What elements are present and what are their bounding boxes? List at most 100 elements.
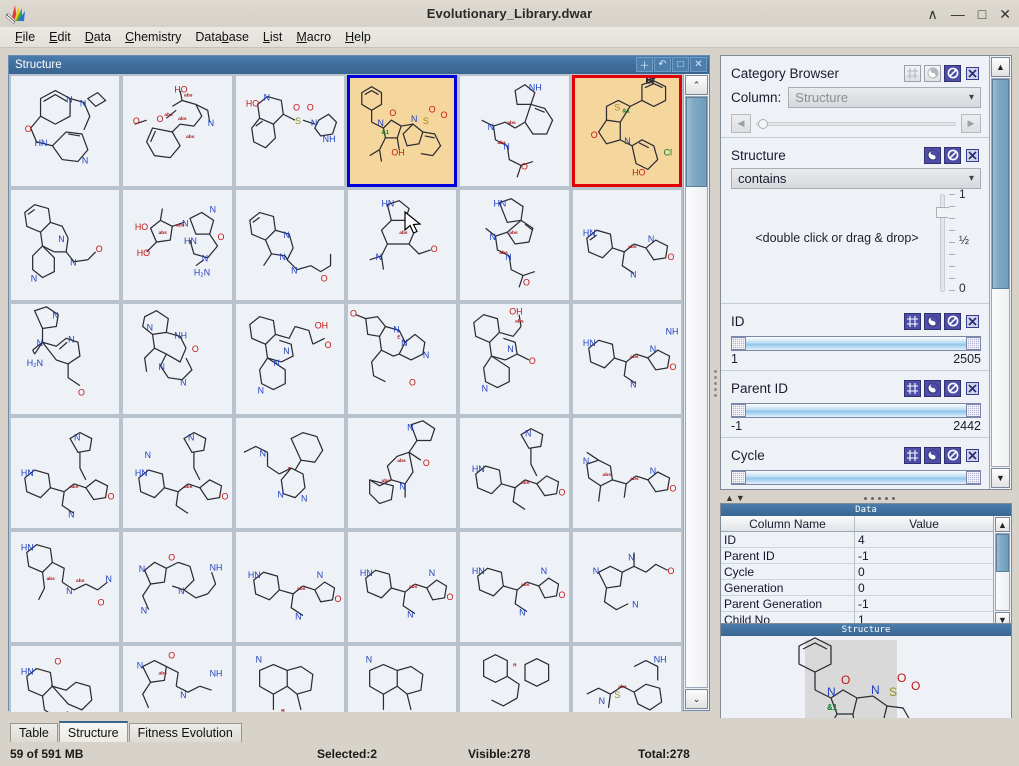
table-row[interactable]: Parent ID -1 [721, 548, 993, 564]
structure-cell[interactable]: HN N N O abs [572, 189, 682, 301]
table-row[interactable]: Cycle 0 [721, 564, 993, 580]
collapse-button[interactable]: ∧ [928, 7, 938, 21]
structure-cell[interactable]: HN R [459, 645, 569, 712]
minimize-button[interactable]: — [951, 7, 965, 21]
structure-cell[interactable]: N N O abs abs [572, 417, 682, 529]
close-filter-icon[interactable] [964, 447, 981, 464]
scroll-up-icon[interactable]: ▲ [995, 517, 1010, 532]
disable-filter-icon[interactable] [944, 313, 961, 330]
data-table-scrollbar[interactable]: ▲ ▼ [993, 516, 1011, 628]
tab-table[interactable]: Table [10, 723, 58, 742]
grid-icon[interactable] [904, 447, 921, 464]
scrollbar-track[interactable] [995, 533, 1010, 611]
scrollbar-thumb[interactable] [992, 79, 1009, 289]
disable-filter-icon[interactable] [944, 380, 961, 397]
slider-knob[interactable] [758, 119, 768, 129]
invert-icon[interactable] [924, 147, 941, 164]
structure-cell[interactable]: NH O N N N [122, 303, 232, 415]
scroll-up-icon[interactable]: ▲ [991, 57, 1010, 77]
table-row[interactable]: ID 4 [721, 532, 993, 548]
structure-cell[interactable]: HO HO N N HN N O H₂N abs abs [122, 189, 232, 301]
invert-icon[interactable] [924, 447, 941, 464]
structure-preview-canvas[interactable]: N O N S O O OH &1 [721, 636, 1011, 731]
menu-chemistry[interactable]: Chemistry [118, 27, 188, 47]
disable-filter-icon[interactable] [944, 147, 961, 164]
close-filter-icon[interactable] [964, 65, 981, 82]
menu-macro[interactable]: Macro [289, 27, 338, 47]
filters-scrollbar[interactable]: ▲ ▼ [989, 56, 1011, 489]
table-row[interactable]: Parent Generation -1 [721, 596, 993, 612]
structure-cell[interactable]: HN N O N abs [10, 417, 120, 529]
structure-cell[interactable]: OH O N N abs [459, 303, 569, 415]
category-slider-next-button[interactable]: ▶ [961, 114, 981, 133]
grid-icon[interactable] [904, 380, 921, 397]
structure-cell[interactable]: N N O N [235, 189, 345, 301]
structure-cell[interactable]: N S NH abs [572, 645, 682, 712]
structure-cell-selected-secondary[interactable]: S N O HO &1 Br Cl [572, 75, 682, 187]
structure-cell[interactable]: HN N O N abs [235, 531, 345, 643]
structure-cell[interactable]: HN N O abs [347, 189, 457, 301]
structure-mode-select[interactable]: contains ▾ [731, 168, 981, 189]
maximize-view-button[interactable]: □ [672, 57, 689, 72]
disable-filter-icon[interactable] [944, 447, 961, 464]
similarity-slider[interactable]: 1 ½ 0 [931, 189, 979, 297]
structure-cell[interactable]: N O N abs abs [347, 417, 457, 529]
grid-icon[interactable] [904, 313, 921, 330]
structure-cell[interactable]: N N N H₂N O [10, 303, 120, 415]
grid-icon[interactable] [904, 65, 921, 82]
menu-edit[interactable]: Edit [42, 27, 78, 47]
close-view-button[interactable]: ✕ [690, 57, 707, 72]
category-slider[interactable] [756, 114, 956, 133]
splitter-arrows-icon[interactable]: ▲▼ [725, 493, 747, 503]
scroll-down-icon[interactable]: ▼ [991, 468, 1010, 488]
category-slider-row[interactable]: ◀ ▶ [731, 114, 981, 133]
range-handle-right[interactable] [966, 471, 981, 484]
structure-cell[interactable]: HN N NH O N abs [572, 303, 682, 415]
scroll-down-icon[interactable]: ⌄ [685, 689, 708, 709]
range-handle-left[interactable] [731, 337, 746, 350]
tab-fitness-evolution[interactable]: Fitness Evolution [129, 723, 242, 742]
scrollbar-thumb[interactable] [686, 97, 707, 187]
structure-cell[interactable]: HN O [10, 645, 120, 712]
structure-cell[interactable]: N N O HN N [10, 75, 120, 187]
range-handle-left[interactable] [731, 471, 746, 484]
category-slider-prev-button[interactable]: ◀ [731, 114, 751, 133]
scroll-up-icon[interactable]: ⌃ [685, 75, 708, 95]
structure-filter-body[interactable]: <double click or drag & drop> 1 [731, 189, 981, 299]
menu-database[interactable]: Database [188, 27, 256, 47]
structure-cell[interactable]: N N N O [572, 531, 682, 643]
tab-structure[interactable]: Structure [59, 721, 128, 742]
scrollbar-track[interactable] [685, 96, 708, 688]
structure-cell[interactable]: HN N O abs [459, 417, 569, 529]
menu-file[interactable]: FFileile [8, 27, 42, 47]
disable-filter-icon[interactable] [944, 65, 961, 82]
structure-cell[interactable]: N [347, 645, 457, 712]
table-row[interactable]: Generation 0 [721, 580, 993, 596]
structure-cell[interactable]: HN N N O abs [122, 417, 232, 529]
column-select[interactable]: Structure ▾ [788, 87, 981, 108]
vertical-splitter[interactable] [711, 55, 719, 711]
add-view-button[interactable]: ＋ [636, 57, 653, 72]
structure-cell[interactable]: HN N N O abs abs [459, 189, 569, 301]
range-handle-right[interactable] [966, 404, 981, 417]
structure-cell[interactable]: O N N N O E [347, 303, 457, 415]
invert-icon[interactable] [924, 380, 941, 397]
range-slider[interactable] [731, 336, 981, 351]
invert-icon[interactable] [924, 313, 941, 330]
invert-icon[interactable] [924, 65, 941, 82]
structure-cell[interactable]: N N O N [10, 189, 120, 301]
structure-cell[interactable]: NH N N O abs abs [459, 75, 569, 187]
structure-cell[interactable]: HN N O N abs [459, 531, 569, 643]
menu-data[interactable]: Data [78, 27, 118, 47]
structure-cell-selected-primary[interactable]: N O N S O O OH &1 [347, 75, 457, 187]
close-filter-icon[interactable] [964, 147, 981, 164]
structure-cell[interactable]: N R [235, 645, 345, 712]
range-slider[interactable] [731, 470, 981, 485]
structure-grid-scrollbar[interactable]: ⌃ ⌄ [683, 74, 709, 710]
scrollbar-thumb[interactable] [996, 534, 1009, 572]
detach-view-button[interactable]: ↶ [654, 57, 671, 72]
range-handle-left[interactable] [731, 404, 746, 417]
close-filter-icon[interactable] [964, 380, 981, 397]
structure-cell[interactable]: HN N O N abs [347, 531, 457, 643]
structure-cell[interactable]: HN N O N abs abs [10, 531, 120, 643]
